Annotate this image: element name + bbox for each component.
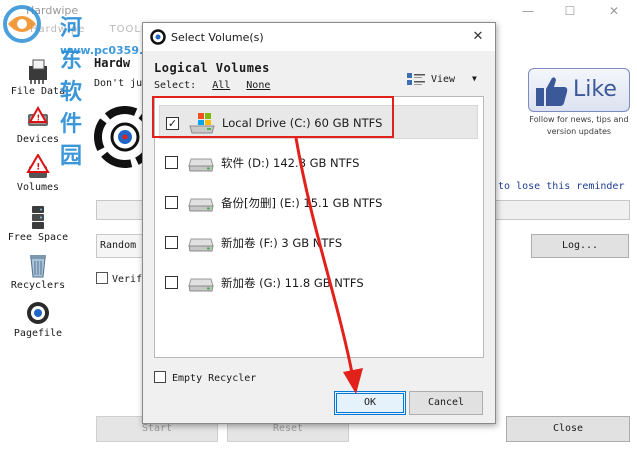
facebook-like-button[interactable]: Like <box>528 68 630 112</box>
volume-item-f[interactable]: 新加卷 (F:) 3 GB NTFS <box>159 225 478 259</box>
volume-checkbox[interactable] <box>165 276 178 289</box>
maximize-icon[interactable]: ☐ <box>558 2 582 20</box>
hard-drive-icon <box>188 158 214 172</box>
ok-button[interactable]: OK <box>334 391 406 415</box>
sidebar-item-recyclers[interactable]: Recyclers <box>4 252 72 291</box>
like-caption: Follow for news, tips and version update… <box>529 115 629 136</box>
sidebar-item-label: Free Space <box>7 232 69 243</box>
page-description: Don't ju <box>94 78 143 89</box>
dialog-close-icon[interactable]: ✕ <box>467 27 489 47</box>
select-none-link[interactable]: None <box>246 80 270 91</box>
minimize-icon[interactable]: — <box>516 2 540 20</box>
volume-checkbox[interactable] <box>165 236 178 249</box>
hard-drive-icon <box>188 238 214 252</box>
view-menu-button[interactable]: View ▼ <box>407 71 483 89</box>
reminder-link[interactable]: w to lose this reminder <box>486 181 624 192</box>
svg-text:!: ! <box>36 163 40 173</box>
section-heading: Logical Volumes <box>154 61 270 75</box>
view-list-icon <box>407 73 425 85</box>
verify-option[interactable]: Verif <box>96 272 142 285</box>
like-label: Like <box>573 77 617 102</box>
thumbs-up-icon <box>536 77 568 106</box>
free-space-icon <box>32 206 44 229</box>
volume-item-e[interactable]: 备份[勿删] (E:) 15.1 GB NTFS <box>159 185 478 219</box>
volume-label: 新加卷 (G:) 11.8 GB NTFS <box>221 276 364 290</box>
hard-drive-icon <box>188 278 214 292</box>
chevron-down-icon: ▼ <box>472 74 477 83</box>
empty-recycler-option[interactable]: Empty Recycler <box>154 371 256 384</box>
pagefile-icon <box>27 302 49 324</box>
log-button[interactable]: Log... <box>531 234 629 258</box>
dialog-title: Select Volume(s) <box>171 31 264 44</box>
select-all-link[interactable]: All <box>212 80 230 91</box>
volume-warning-icon: ! <box>26 154 50 178</box>
svg-text:!: ! <box>37 114 41 123</box>
app-title-bar: Hardwipe — ☐ ✕ <box>0 0 637 22</box>
view-label: View <box>431 74 456 85</box>
sidebar-item-label: Volumes <box>16 182 60 193</box>
file-shredder-icon <box>29 59 47 84</box>
volume-label: 软件 (D:) 142.8 GB NTFS <box>221 156 360 170</box>
sidebar-item-pagefile[interactable]: Pagefile <box>4 300 72 339</box>
empty-recycler-label: Empty Recycler <box>172 373 257 384</box>
sidebar-item-label: Pagefile <box>13 328 63 339</box>
watermark-text: 河东软件园 <box>60 16 84 169</box>
verify-label: Verif <box>112 274 143 285</box>
annotation-highlight-box <box>152 96 394 138</box>
volume-label: 备份[勿删] (E:) 15.1 GB NTFS <box>221 196 383 210</box>
watermark-logo-icon <box>3 5 41 43</box>
hard-drive-icon <box>188 198 214 212</box>
volume-item-d[interactable]: 软件 (D:) 142.8 GB NTFS <box>159 145 478 179</box>
select-volumes-dialog: Select Volume(s) ✕ Logical Volumes Selec… <box>142 22 496 424</box>
empty-recycler-checkbox[interactable] <box>154 371 166 383</box>
volume-label: 新加卷 (F:) 3 GB NTFS <box>221 236 343 250</box>
cancel-button[interactable]: Cancel <box>409 391 483 415</box>
wipe-method-select[interactable]: Random D <box>96 234 146 258</box>
hardwipe-app-icon <box>150 29 166 45</box>
page-heading: Hardw <box>94 56 131 70</box>
verify-checkbox[interactable] <box>96 272 108 284</box>
sidebar-item-label: Recyclers <box>10 280 66 291</box>
close-button[interactable]: Close <box>506 416 630 442</box>
volume-checkbox[interactable] <box>165 196 178 209</box>
recycle-bin-icon <box>30 255 46 278</box>
window-close-icon[interactable]: ✕ <box>602 2 626 20</box>
volume-checkbox[interactable] <box>165 156 178 169</box>
volume-item-g[interactable]: 新加卷 (G:) 11.8 GB NTFS <box>159 265 478 299</box>
dialog-title-bar: Select Volume(s) ✕ <box>143 23 495 51</box>
select-links: Select: All None <box>154 80 270 91</box>
device-warning-icon: ! <box>28 106 48 126</box>
select-label: Select: <box>154 80 197 91</box>
sidebar-item-free-space[interactable]: Free Space <box>4 204 72 243</box>
